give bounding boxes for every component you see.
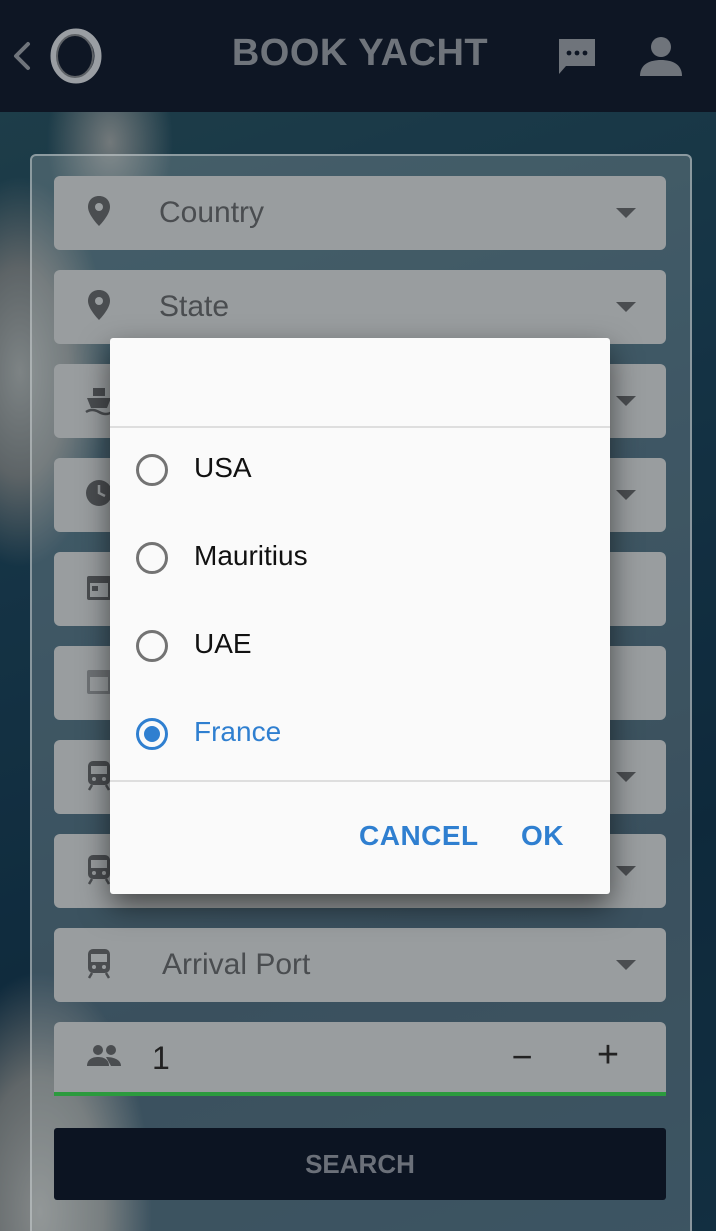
chevron-down-icon <box>616 772 636 782</box>
location-pin-icon <box>88 290 110 320</box>
option-uae[interactable]: UAE <box>110 602 610 690</box>
option-france[interactable]: France <box>110 690 610 778</box>
app-bar: BOOK YACHT <box>0 0 716 112</box>
option-label: UAE <box>194 628 252 659</box>
country-label: Country <box>159 196 265 229</box>
location-pin-icon <box>88 196 110 226</box>
dialog-divider-bottom <box>110 780 610 782</box>
arrival-port-label: Arrival Port <box>162 948 311 981</box>
guest-count-value[interactable]: 1 <box>152 1040 170 1077</box>
arrival-port-dropdown[interactable]: Arrival Port <box>54 928 666 1002</box>
increment-button[interactable]: + <box>588 1034 628 1077</box>
chevron-down-icon <box>616 396 636 406</box>
chevron-down-icon <box>616 302 636 312</box>
logo-icon[interactable] <box>48 28 104 84</box>
option-mauritius[interactable]: Mauritius <box>110 514 610 602</box>
option-label: France <box>194 716 282 747</box>
back-icon[interactable] <box>8 36 36 76</box>
chevron-down-icon <box>616 490 636 500</box>
user-icon[interactable] <box>638 34 684 80</box>
chevron-down-icon <box>616 866 636 876</box>
option-label: USA <box>194 452 252 483</box>
ok-button[interactable]: OK <box>521 820 564 852</box>
radio-button[interactable] <box>136 630 168 662</box>
radio-button[interactable] <box>136 542 168 574</box>
state-dropdown[interactable]: State <box>54 270 666 344</box>
state-label: State <box>159 290 230 323</box>
option-label: Mauritius <box>194 540 308 571</box>
chevron-down-icon <box>616 960 636 970</box>
page-title: BOOK YACHT <box>231 32 489 74</box>
guest-count-stepper: 1 − + <box>54 1022 666 1096</box>
search-button[interactable]: SEARCH <box>54 1128 666 1200</box>
cancel-button[interactable]: CANCEL <box>359 820 479 852</box>
radio-button[interactable] <box>136 454 168 486</box>
country-select-dialog: USA Mauritius UAE France CANCEL OK <box>110 338 610 894</box>
radio-button-selected[interactable] <box>136 718 168 750</box>
train-icon <box>87 949 111 979</box>
chevron-down-icon <box>616 208 636 218</box>
people-icon <box>87 1045 121 1066</box>
country-dropdown[interactable]: Country <box>54 176 666 250</box>
chat-icon[interactable] <box>556 36 598 78</box>
option-usa[interactable]: USA <box>110 426 610 514</box>
decrement-button[interactable]: − <box>502 1036 542 1078</box>
